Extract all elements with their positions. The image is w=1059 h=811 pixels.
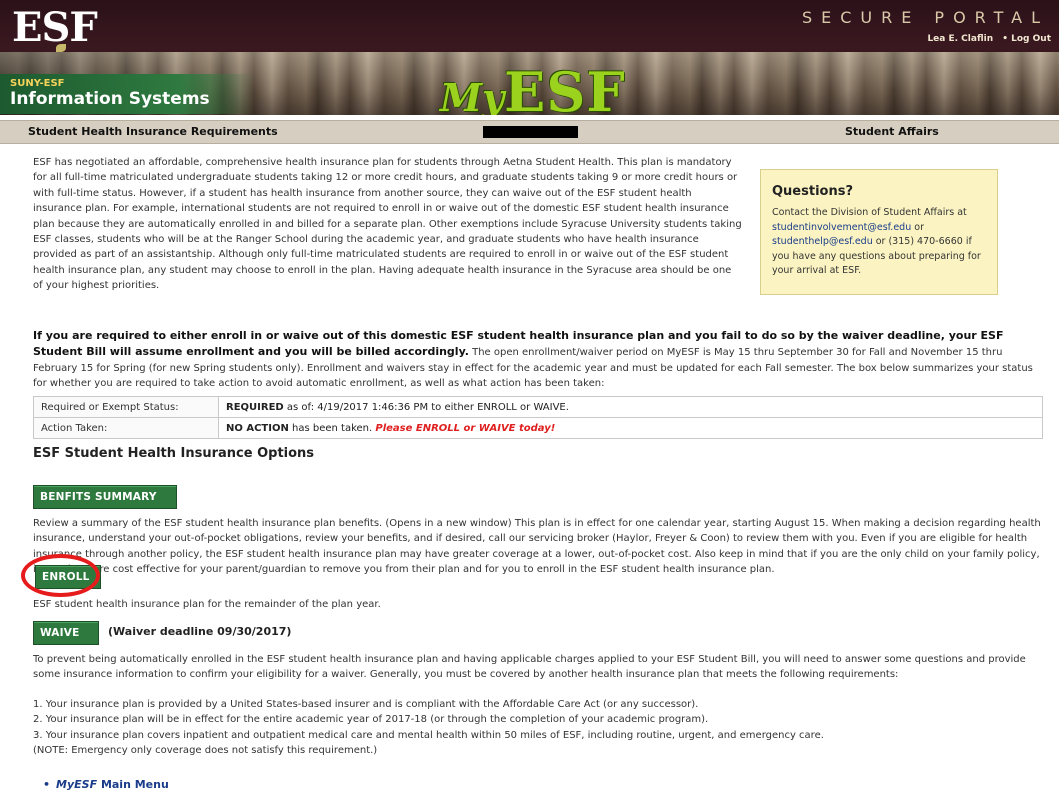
benefits-summary-button[interactable]: BENFITS SUMMARY (33, 485, 177, 509)
action-none: NO ACTION (226, 422, 289, 434)
questions-phone: or (315) 470-6660 (872, 236, 963, 247)
suny-label: SUNY-ESF (10, 78, 65, 89)
list-item: (NOTE: Emergency only coverage does not … (33, 745, 378, 757)
table-row: Required or Exempt Status: REQUIRED as o… (33, 396, 1043, 418)
main-menu-link-text: Main Menu (97, 778, 169, 791)
esf-logo[interactable]: ESF (12, 6, 98, 50)
bullet-icon: • (43, 778, 51, 791)
site-header: ESF SECURE PORTAL Lea E. Claflin Log Out… (0, 0, 1059, 115)
logout-link[interactable]: Log Out (1002, 34, 1051, 44)
myesf-logo-esf: ESF (504, 60, 626, 115)
requirements-list: 1. Your insurance plan is provided by a … (33, 697, 1048, 759)
status-label: Required or Exempt Status: (33, 396, 219, 418)
list-item: 2. Your insurance plan will be in effect… (33, 714, 709, 726)
redacted-block (483, 126, 578, 138)
user-name: Lea E. Claflin (927, 34, 994, 44)
table-row: Action Taken: NO ACTION has been taken. … (33, 417, 1043, 439)
questions-text: Contact the Division of Student Affairs … (772, 206, 992, 279)
benefits-description: Review a summary of the ESF student heal… (33, 518, 1041, 576)
annotation-circle (21, 554, 100, 597)
action-detail: has been taken. (288, 422, 376, 434)
department-label: Student Affairs (845, 125, 939, 138)
suny-branding: SUNY-ESF Information Systems (0, 74, 255, 114)
status-table: Required or Exempt Status: REQUIRED as o… (33, 396, 1043, 439)
intro-paragraph: ESF has negotiated an affordable, compre… (33, 157, 742, 292)
status-required-detail: as of: 4/19/2017 1:46:36 PM to either EN… (283, 401, 569, 413)
section-bar: Student Health Insurance Requirements St… (0, 120, 1059, 144)
user-area: Lea E. Claflin Log Out (921, 34, 1051, 44)
email-link-involvement[interactable]: studentinvolvement@esf.edu (772, 222, 911, 233)
waiver-deadline: (Waiver deadline 09/30/2017) (108, 625, 292, 638)
main-menu-link-myesf: MyESF (56, 778, 98, 791)
section-title: Student Health Insurance Requirements (28, 125, 278, 138)
options-title: ESF Student Health Insurance Options (33, 446, 315, 461)
action-label: Action Taken: (33, 417, 219, 439)
list-item: 3. Your insurance plan covers inpatient … (33, 729, 824, 741)
status-value: REQUIRED as of: 4/19/2017 1:46:36 PM to … (218, 396, 1043, 418)
enroll-description: ESF student health insurance plan for th… (33, 599, 381, 610)
email-link-help[interactable]: studenthelp@esf.edu (772, 236, 873, 247)
myesf-logo[interactable]: MyESF (440, 60, 626, 115)
list-item: 1. Your insurance plan is provided by a … (33, 699, 699, 710)
waive-description: To prevent being automatically enrolled … (33, 654, 1026, 681)
questions-line1: Contact the Division of Student Affairs … (772, 207, 967, 218)
status-required: REQUIRED (226, 401, 284, 413)
information-systems-label: Information Systems (10, 89, 210, 109)
action-value: NO ACTION has been taken. Please ENROLL … (218, 417, 1043, 439)
myesf-logo-my: My (440, 75, 505, 115)
leaf-icon (56, 44, 66, 52)
main-menu-link[interactable]: • MyESF Main Menu (43, 778, 169, 791)
secure-portal-title: SECURE PORTAL (801, 8, 1049, 27)
questions-or: or (911, 221, 924, 233)
warning-paragraph: If you are required to either enroll in … (33, 328, 1043, 392)
questions-box: Questions? Contact the Division of Stude… (760, 169, 998, 295)
questions-title: Questions? (772, 184, 853, 199)
waive-button[interactable]: WAIVE (33, 621, 99, 645)
action-alert: Please ENROLL or WAIVE today! (375, 422, 556, 434)
